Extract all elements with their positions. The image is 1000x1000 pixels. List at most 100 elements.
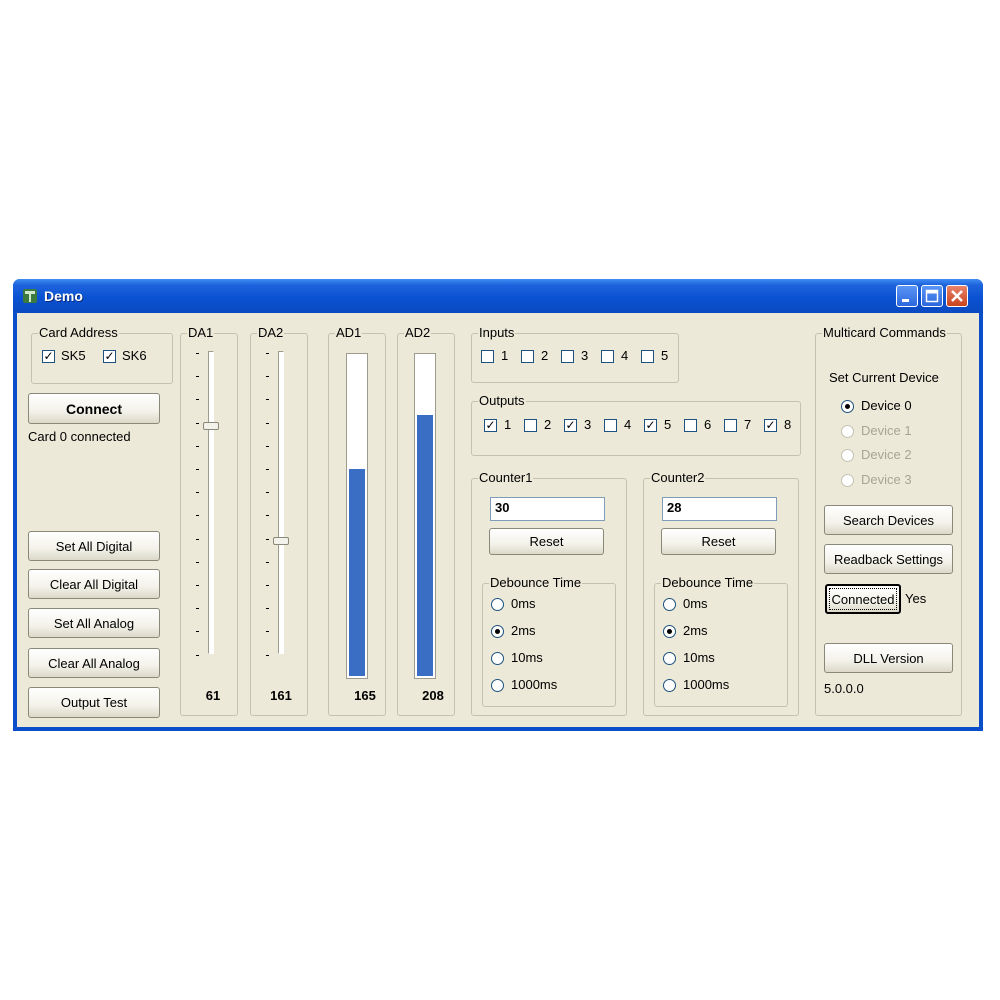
counter2-debounce-label: Debounce Time (661, 575, 755, 591)
search-devices-button[interactable]: Search Devices (824, 505, 953, 535)
counter1-value-field[interactable]: 30 (490, 497, 605, 521)
da2-tick (266, 445, 269, 447)
set-all-analog-button[interactable]: Set All Analog (28, 608, 160, 638)
counter2-debounce-option-label: 0ms (683, 596, 708, 611)
counter2-debounce-radio[interactable] (663, 625, 676, 638)
da2-slider-track[interactable] (278, 351, 284, 654)
dll-version-value: 5.0.0.0 (824, 681, 864, 696)
da2-tick (266, 422, 269, 424)
title-bar[interactable]: Demo (13, 279, 983, 313)
clear-all-analog-button[interactable]: Clear All Analog (28, 648, 160, 678)
input-checkbox-3[interactable] (561, 350, 574, 363)
input-checkbox-label: 3 (581, 348, 589, 363)
da1-label: DA1 (187, 325, 215, 341)
da2-tick (266, 469, 269, 470)
counter1-debounce-radio[interactable] (491, 625, 504, 638)
input-checkbox-1[interactable] (481, 350, 494, 363)
output-checkbox-label: 8 (784, 417, 792, 432)
device-radio-1[interactable] (841, 424, 854, 438)
da1-tick (196, 469, 199, 470)
close-button[interactable] (946, 285, 968, 307)
da2-label: DA2 (257, 325, 285, 341)
output-checkbox-6[interactable] (684, 419, 697, 432)
device-label-2: Device 2 (861, 447, 912, 462)
counter1-debounce-label: Debounce Time (489, 575, 583, 591)
da1-tick (196, 538, 199, 540)
output-checkbox-7[interactable] (724, 419, 737, 432)
da1-tick (196, 445, 199, 447)
da1-tick (196, 654, 199, 656)
counter1-debounce-radio[interactable] (491, 598, 504, 611)
sk5-label: SK5 (61, 348, 86, 363)
counter2-value-field[interactable]: 28 (662, 497, 777, 521)
device-label-3: Device 3 (861, 471, 912, 487)
output-test-button[interactable]: Output Test (28, 687, 160, 718)
outputs-group: Outputs (471, 393, 801, 456)
device-label-0: Device 0 (861, 398, 912, 413)
ad1-value: 165 (354, 688, 376, 703)
da2-slider-thumb[interactable] (273, 537, 289, 546)
dll-version-button[interactable]: DLL Version (824, 643, 953, 673)
clear-all-digital-button[interactable]: Clear All Digital (28, 569, 160, 599)
da2-tick (266, 376, 269, 378)
input-checkbox-label: 1 (501, 348, 509, 363)
set-all-digital-button[interactable]: Set All Digital (28, 531, 160, 561)
device-label-1: Device 1 (861, 422, 912, 438)
card-address-label: Card Address (38, 325, 119, 341)
outputs-label: Outputs (478, 393, 526, 409)
sk5-checkbox[interactable] (42, 350, 55, 363)
app-icon (23, 289, 37, 303)
da1-slider-track[interactable] (208, 351, 214, 654)
output-checkbox-5[interactable] (644, 419, 657, 432)
device-radio-0[interactable] (841, 400, 854, 413)
maximize-button[interactable] (921, 285, 943, 307)
counter1-debounce-radio[interactable] (491, 679, 504, 692)
da2-tick (266, 654, 269, 656)
counter2-reset-button[interactable]: Reset (661, 528, 776, 555)
da1-tick (196, 631, 199, 633)
device-radio-3[interactable] (841, 473, 854, 487)
input-checkbox-5[interactable] (641, 350, 654, 363)
sk6-checkbox[interactable] (103, 350, 116, 363)
counter2-debounce-option-label: 1000ms (683, 677, 730, 692)
output-checkbox-4[interactable] (604, 419, 617, 432)
device-radio-2[interactable] (841, 449, 854, 462)
output-checkbox-label: 2 (544, 417, 552, 432)
connected-button[interactable]: Connected (825, 584, 901, 614)
ad2-bar (414, 353, 436, 679)
minimize-button[interactable] (896, 285, 918, 307)
input-checkbox-2[interactable] (521, 350, 534, 363)
da1-value: 61 (205, 688, 221, 703)
maximize-icon (925, 289, 939, 303)
readback-settings-button[interactable]: Readback Settings (824, 544, 953, 574)
client-area: Card Address SK5 SK6 Connect Card 0 conn… (17, 313, 979, 727)
input-checkbox-4[interactable] (601, 350, 614, 363)
da2-tick (266, 353, 269, 354)
minimize-icon (902, 299, 909, 302)
da2-tick (266, 585, 269, 586)
da2-tick (266, 608, 269, 610)
output-checkbox-2[interactable] (524, 419, 537, 432)
connect-button[interactable]: Connect (28, 393, 160, 424)
counter2-debounce-radio[interactable] (663, 652, 676, 665)
output-checkbox-label: 3 (584, 417, 592, 432)
da1-tick (196, 585, 199, 586)
output-checkbox-3[interactable] (564, 419, 577, 432)
da2-tick (266, 399, 269, 401)
counter2-debounce-option-label: 2ms (683, 623, 708, 638)
window-title: Demo (44, 288, 83, 304)
da1-tick (196, 353, 199, 354)
counter2-debounce-radio[interactable] (663, 598, 676, 611)
counter1-debounce-radio[interactable] (491, 652, 504, 665)
da2-tick (266, 538, 269, 540)
counter1-label: Counter1 (478, 470, 534, 486)
da1-tick (196, 422, 199, 424)
counter1-debounce-option-label: 1000ms (511, 677, 558, 692)
counter2-debounce-radio[interactable] (663, 679, 676, 692)
counter1-reset-button[interactable]: Reset (489, 528, 604, 555)
da1-tick (196, 515, 199, 517)
set-current-device-label: Set Current Device (829, 370, 939, 385)
da1-slider-thumb[interactable] (203, 421, 219, 430)
output-checkbox-8[interactable] (764, 419, 777, 432)
output-checkbox-1[interactable] (484, 419, 497, 432)
